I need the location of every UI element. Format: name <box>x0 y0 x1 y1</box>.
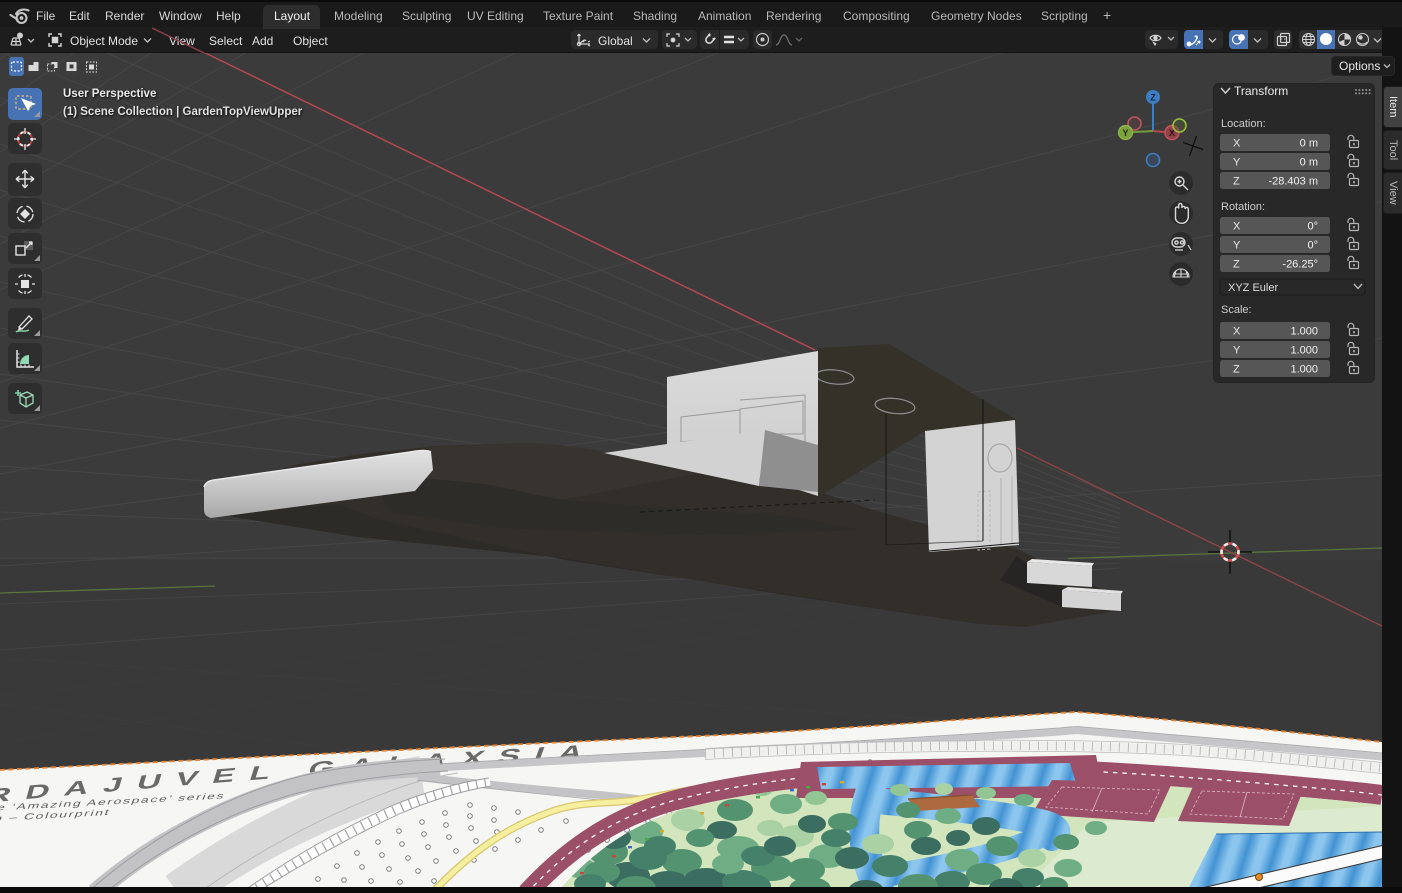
svg-text:Transform: Transform <box>1234 84 1288 98</box>
svg-text:X: X <box>1233 326 1241 338</box>
svg-text:1.000: 1.000 <box>1290 326 1318 338</box>
svg-text:0°: 0° <box>1307 221 1318 233</box>
svg-text:1.000: 1.000 <box>1290 364 1318 376</box>
svg-text:-26.25°: -26.25° <box>1282 259 1318 271</box>
svg-text:Y: Y <box>1233 240 1241 252</box>
svg-text:Scale:: Scale: <box>1221 304 1252 316</box>
svg-text:1.000: 1.000 <box>1290 345 1318 357</box>
svg-text:Y: Y <box>1233 345 1241 357</box>
svg-text:Z: Z <box>1233 176 1240 188</box>
svg-text:X: X <box>1233 221 1241 233</box>
svg-text:0 m: 0 m <box>1300 157 1318 169</box>
svg-text:X: X <box>1233 138 1241 150</box>
svg-text:Z: Z <box>1233 364 1240 376</box>
svg-text:Y: Y <box>1122 128 1128 138</box>
svg-text:XYZ Euler: XYZ Euler <box>1228 282 1278 294</box>
svg-text:0 m: 0 m <box>1300 138 1318 150</box>
svg-text:Rotation:: Rotation: <box>1221 201 1265 213</box>
svg-text:Z: Z <box>1150 93 1156 103</box>
svg-text:Y: Y <box>1233 157 1241 169</box>
svg-text:Z: Z <box>1233 259 1240 271</box>
svg-text:-28.403 m: -28.403 m <box>1268 176 1318 188</box>
svg-text:0°: 0° <box>1307 240 1318 252</box>
svg-text:Location:: Location: <box>1221 118 1266 130</box>
